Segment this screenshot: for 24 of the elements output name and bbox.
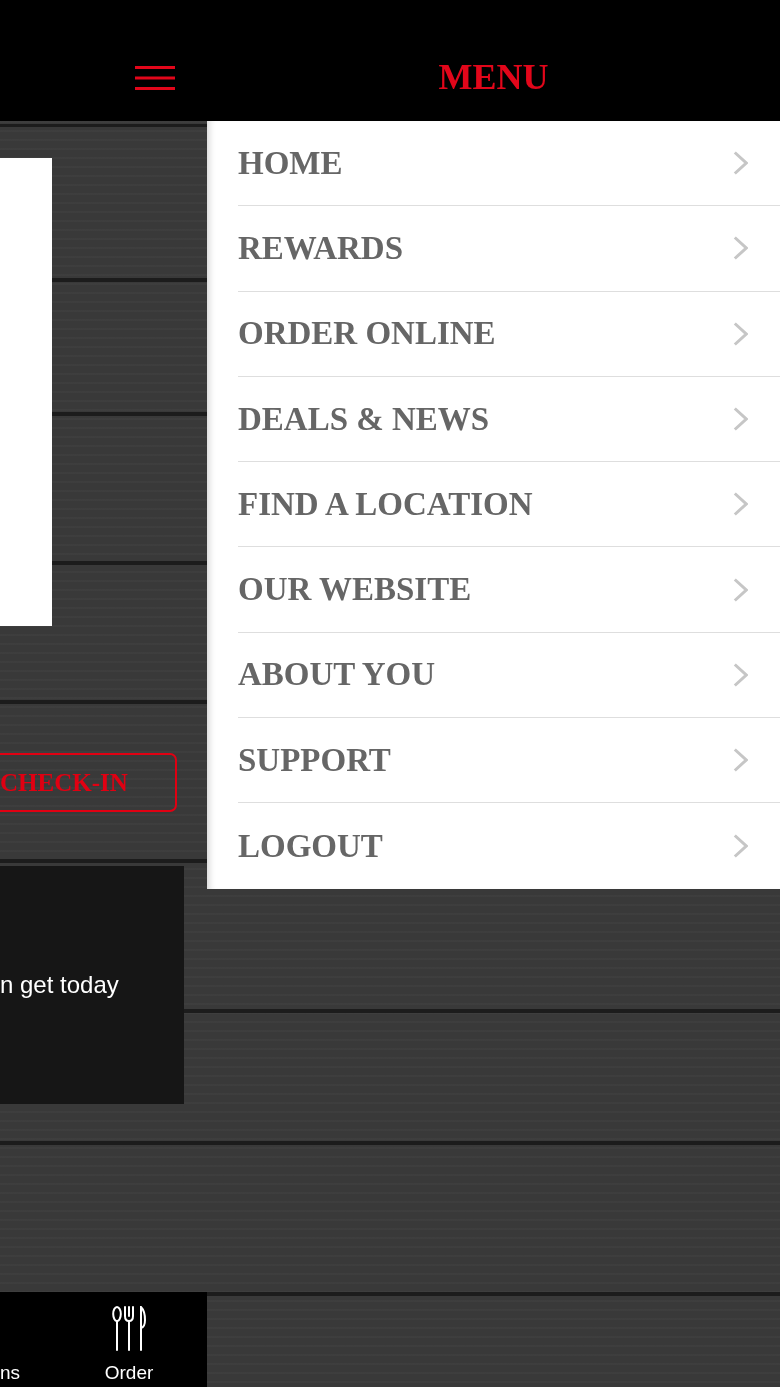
chevron-right-icon	[733, 577, 748, 602]
menu-item[interactable]: DEALS & NEWS	[238, 376, 780, 463]
chevron-right-icon	[733, 407, 748, 432]
message-text: n get today	[0, 970, 119, 1000]
menu-item[interactable]: REWARDS	[238, 206, 780, 292]
menu-item[interactable]: FIND A LOCATION	[238, 462, 780, 548]
chevron-right-icon	[733, 151, 748, 176]
nav-tab[interactable]: ns	[0, 1292, 30, 1387]
menu-item[interactable]: ORDER ONLINE	[238, 291, 780, 377]
chevron-right-icon	[733, 492, 748, 517]
chevron-right-icon	[733, 321, 748, 346]
chevron-right-icon	[733, 236, 748, 261]
chevron-right-icon	[733, 662, 748, 687]
menu-icon[interactable]	[135, 65, 175, 90]
menu-item[interactable]: ABOUT YOU	[238, 632, 780, 719]
menu-item[interactable]: LOGOUT	[238, 803, 780, 889]
menu-item[interactable]: SUPPORT	[238, 718, 780, 804]
chevron-right-icon	[733, 834, 748, 858]
cutlery-icon	[112, 1306, 146, 1351]
menu-item[interactable]: HOME	[238, 121, 780, 207]
menu-item[interactable]: OUR WEBSITE	[238, 547, 780, 633]
nav-tab[interactable]: Order	[99, 1292, 159, 1387]
chevron-right-icon	[733, 748, 748, 773]
header-title: MENU	[438, 57, 549, 98]
